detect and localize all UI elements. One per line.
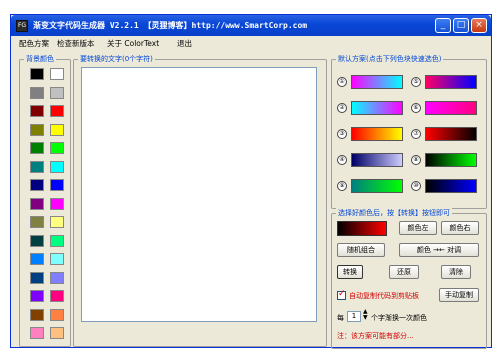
color-swatch[interactable] xyxy=(30,123,44,136)
clear-button[interactable]: 清除 xyxy=(441,265,471,279)
restore-button[interactable]: 还原 xyxy=(389,265,419,279)
random-combo-button[interactable]: 随机组合 xyxy=(337,243,385,257)
custom-panel-title: 选择好颜色后，按【转换】按钮即可 xyxy=(336,208,452,218)
close-button[interactable]: × xyxy=(471,18,487,33)
app-window: FG 渐变文字代码生成器 V2.2.1 【灵狸博客】http://www.Sma… xyxy=(10,14,492,349)
color-swatch[interactable] xyxy=(30,86,44,99)
scheme-number: ⑤ xyxy=(411,77,421,87)
color-swatch[interactable] xyxy=(50,197,64,210)
scheme-gradient-swatch[interactable] xyxy=(425,179,477,193)
gradient-preview xyxy=(337,221,387,236)
scheme-number: ⑨ xyxy=(337,181,347,191)
color-swatch[interactable] xyxy=(30,216,44,228)
title-bar[interactable]: FG 渐变文字代码生成器 V2.2.1 【灵狸博客】http://www.Sma… xyxy=(11,15,491,36)
scheme-gradient-swatch[interactable] xyxy=(351,75,403,89)
scheme-gradient-swatch[interactable] xyxy=(351,179,403,193)
note-text: 注：该方案可能有部分... xyxy=(337,332,414,340)
color-left-button[interactable]: 颜色左 xyxy=(399,221,437,235)
text-panel-title: 要转换的文字(0个字符) xyxy=(78,54,155,64)
every-suffix-label: 个字渐换一次颜色 xyxy=(371,314,427,322)
scheme-gradient-swatch[interactable] xyxy=(351,153,403,167)
scheme-gradient-swatch[interactable] xyxy=(351,127,403,141)
scheme-gradient-swatch[interactable] xyxy=(425,127,477,141)
scheme-gradient-swatch[interactable] xyxy=(425,153,477,167)
color-swatch[interactable] xyxy=(30,142,44,154)
every-count-input[interactable]: 1 xyxy=(347,311,361,322)
color-swatch[interactable] xyxy=(50,68,64,80)
color-swatch[interactable] xyxy=(50,253,64,265)
convert-button[interactable]: 转换 xyxy=(337,265,363,279)
color-swatch[interactable] xyxy=(30,197,44,210)
color-swatch[interactable] xyxy=(50,86,64,99)
color-swatch[interactable] xyxy=(30,160,44,173)
every-prefix-label: 每 xyxy=(337,314,344,322)
color-right-button[interactable]: 颜色右 xyxy=(441,221,479,235)
minimize-button[interactable]: _ xyxy=(435,18,451,33)
auto-copy-label: 自动复制代码到剪贴板 xyxy=(349,292,419,300)
color-swatch[interactable] xyxy=(50,216,64,228)
maximize-button[interactable]: □ xyxy=(453,18,469,33)
scheme-number: ② xyxy=(337,103,347,113)
color-swatch[interactable] xyxy=(50,290,64,302)
scheme-number: ③ xyxy=(337,129,347,139)
auto-copy-checkbox[interactable] xyxy=(337,289,346,300)
color-swatch[interactable] xyxy=(50,327,64,339)
manual-copy-button[interactable]: 手动复制 xyxy=(439,288,479,302)
color-swatch[interactable] xyxy=(30,253,44,265)
color-swatch[interactable] xyxy=(50,105,64,117)
scheme-gradient-swatch[interactable] xyxy=(425,75,477,89)
color-swatch[interactable] xyxy=(30,327,44,339)
color-swatch[interactable] xyxy=(30,308,44,321)
scheme-number: ⑩ xyxy=(411,181,421,191)
menu-item-exit[interactable]: 退出 xyxy=(177,38,192,49)
menu-item-about[interactable]: 关于 ColorText xyxy=(107,38,159,49)
scheme-number: ⑥ xyxy=(411,103,421,113)
scheme-number: ⑦ xyxy=(411,129,421,139)
color-swatch[interactable] xyxy=(50,234,64,247)
scheme-number: ④ xyxy=(337,155,347,165)
text-input[interactable] xyxy=(81,67,317,322)
background-color-title: 背景颜色 xyxy=(24,54,56,64)
scheme-number: ⑧ xyxy=(411,155,421,165)
window-title: 渐变文字代码生成器 V2.2.1 【灵狸博客】http://www.SmartC… xyxy=(33,21,308,30)
color-swatch[interactable] xyxy=(30,105,44,117)
color-swatch[interactable] xyxy=(50,308,64,321)
color-swatch[interactable] xyxy=(50,271,64,284)
background-color-panel: 背景颜色 xyxy=(19,54,71,347)
scheme-gradient-swatch[interactable] xyxy=(351,101,403,115)
color-swatch[interactable] xyxy=(50,123,64,136)
color-swatch[interactable] xyxy=(30,271,44,284)
color-swatch[interactable] xyxy=(50,142,64,154)
default-schemes-title: 默认方案(点击下列色块快速选色) xyxy=(336,54,444,64)
menu-item-color-scheme[interactable]: 配色方案 xyxy=(19,38,49,49)
color-swatch[interactable] xyxy=(30,290,44,302)
app-icon: FG xyxy=(16,20,28,32)
color-swatch[interactable] xyxy=(30,234,44,247)
color-swatch[interactable] xyxy=(50,179,64,191)
count-stepper-icon[interactable]: ▲ ▼ xyxy=(363,309,368,321)
scheme-gradient-swatch[interactable] xyxy=(425,101,477,115)
color-swatch[interactable] xyxy=(50,160,64,173)
color-swatch[interactable] xyxy=(30,68,44,80)
menu-item-check-update[interactable]: 检查新版本 xyxy=(57,38,95,49)
color-swatch[interactable] xyxy=(30,179,44,191)
swap-colors-button[interactable]: 颜色 →← 对调 xyxy=(399,243,479,257)
menu-bar: 配色方案 检查新版本 关于 ColorText 退出 xyxy=(11,36,491,50)
scheme-number: ① xyxy=(337,77,347,87)
